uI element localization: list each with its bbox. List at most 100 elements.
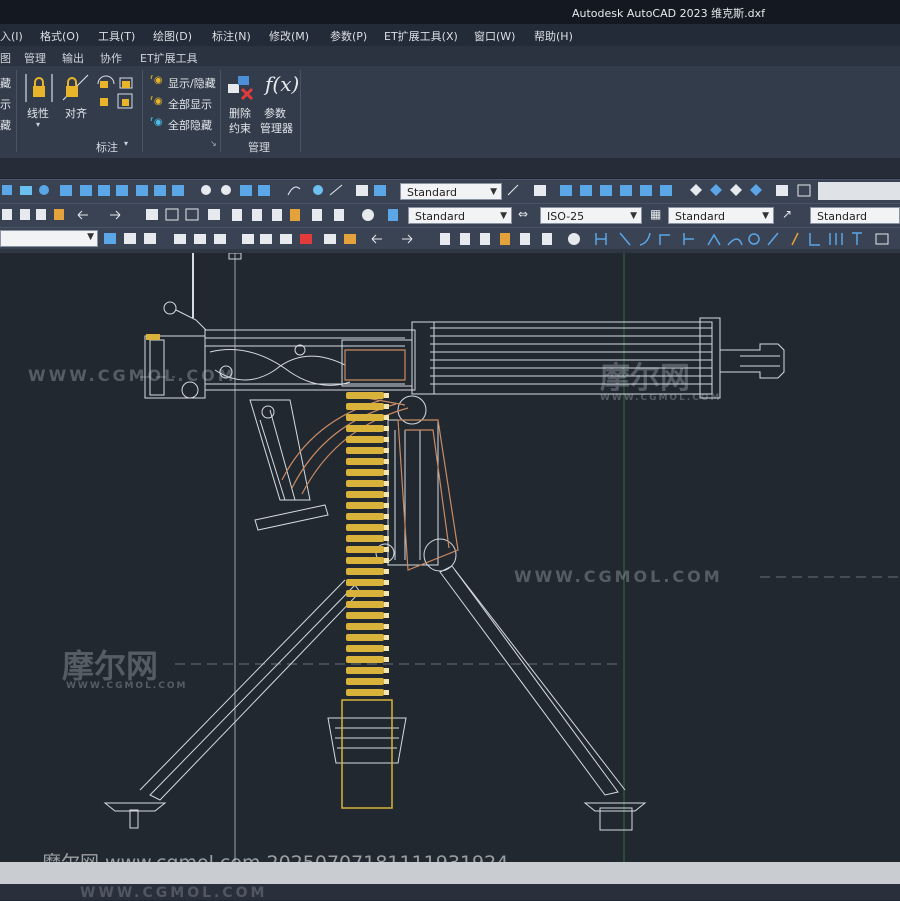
- ribbon-tab-bar: 图 管理 输出 协作 ET扩展工具: [0, 46, 900, 105]
- text-style-select-2[interactable]: Standard ▼: [408, 207, 512, 224]
- cartridge-tip: [384, 404, 389, 409]
- watermark-site-right-small: WWW.CGMOL.COM: [600, 393, 722, 403]
- menu-draw[interactable]: 绘图(D): [153, 28, 192, 44]
- ribbon-separator: [16, 70, 17, 152]
- cartridge: [346, 436, 384, 443]
- parameters-manager-label-2[interactable]: 管理器: [260, 120, 293, 136]
- hide-all-icon[interactable]: ⸢◉: [150, 117, 163, 128]
- delete-constraint-label-2[interactable]: 约束: [229, 120, 251, 136]
- cartridge: [346, 458, 384, 465]
- chevron-down-icon: ▼: [87, 232, 94, 242]
- constraint-locks-icon[interactable]: [96, 72, 138, 112]
- cartridge: [346, 590, 384, 597]
- cartridge: [346, 491, 384, 498]
- cartridge: [346, 568, 384, 575]
- tab-manage[interactable]: 管理: [24, 50, 46, 66]
- cartridge: [346, 623, 384, 630]
- table-style-value: Standard: [675, 210, 726, 223]
- hide-all-button[interactable]: 全部隐藏: [168, 117, 212, 133]
- cartridge-tip: [384, 569, 389, 574]
- tab-view[interactable]: 图: [0, 50, 11, 66]
- chevron-down-icon[interactable]: ▾: [124, 139, 128, 148]
- menu-insert[interactable]: 入(I): [0, 28, 23, 44]
- text-style-value-2: Standard: [415, 210, 466, 223]
- ribbon-separator: [142, 70, 143, 152]
- toolbar-2-icon-strip[interactable]: [0, 207, 405, 223]
- menu-bar: 入(I) 格式(O) 工具(T) 绘图(D) 标注(N) 修改(M) 参数(P)…: [0, 24, 900, 46]
- show-all-icon[interactable]: ⸢◉: [150, 96, 163, 107]
- cartridge-tip: [384, 558, 389, 563]
- command-line[interactable]: [0, 862, 900, 884]
- table-style-select[interactable]: Standard ▼: [668, 207, 774, 224]
- panel-launcher-icon[interactable]: ↘: [210, 139, 217, 148]
- text-style-select[interactable]: Standard ▼: [400, 183, 502, 200]
- cartridge-tip: [384, 690, 389, 695]
- chevron-down-icon: ▼: [630, 211, 637, 221]
- watermark-site-left: WWW.CGMOL.COM: [28, 366, 237, 385]
- dimension-style-select[interactable]: ISO-25 ▼: [540, 207, 642, 224]
- menu-parametric[interactable]: 参数(P): [330, 28, 367, 44]
- show-hide-icon[interactable]: ⸢◉: [150, 75, 163, 86]
- table-style-icon[interactable]: ▦: [650, 207, 661, 221]
- dim-style-icon[interactable]: ⇔: [518, 207, 528, 221]
- parameters-manager-label-1[interactable]: 参数: [264, 105, 286, 121]
- chevron-down-icon[interactable]: ▾: [36, 120, 40, 129]
- title-bar: Autodesk AutoCAD 2023 维克斯.dxf: [0, 0, 900, 24]
- toolbar-3-icon-strip[interactable]: [102, 231, 900, 247]
- toolbar-1-icon-strip[interactable]: [0, 183, 400, 199]
- text-style-value: Standard: [407, 186, 458, 199]
- aligned-label: 对齐: [65, 107, 87, 120]
- menu-help[interactable]: 帮助(H): [534, 28, 573, 44]
- cartridge: [346, 524, 384, 531]
- multileader-style-select[interactable]: Standard: [810, 207, 900, 224]
- ribbon-left-label-2: 示: [0, 98, 11, 111]
- parameters-manager-icon[interactable]: f(x): [265, 72, 299, 96]
- cartridge-tip: [384, 514, 389, 519]
- menu-dimension[interactable]: 标注(N): [212, 28, 251, 44]
- cartridge: [346, 601, 384, 608]
- menu-et-tools[interactable]: ET扩展工具(X): [384, 28, 458, 44]
- show-hide-button[interactable]: 显示/隐藏: [168, 75, 216, 91]
- window-title: Autodesk AutoCAD 2023 维克斯.dxf: [572, 7, 765, 20]
- cartridge: [346, 689, 384, 696]
- cartridge: [346, 667, 384, 674]
- cartridge-tip: [384, 393, 389, 398]
- menu-window[interactable]: 窗口(W): [474, 28, 515, 44]
- cartridge-tip: [384, 503, 389, 508]
- multileader-style-icon[interactable]: ↗: [782, 207, 792, 221]
- tab-collaborate[interactable]: 协作: [100, 50, 122, 66]
- cartridge-tip: [384, 426, 389, 431]
- cartridge: [346, 546, 384, 553]
- cartridge: [346, 557, 384, 564]
- cartridge: [346, 579, 384, 586]
- show-all-button[interactable]: 全部显示: [168, 96, 212, 112]
- toolbar-1-icon-strip-right[interactable]: [506, 183, 816, 199]
- toolbar-search-field[interactable]: [818, 182, 900, 200]
- drawing-canvas[interactable]: WWW.CGMOL.COM 摩尔网 WWW.CGMOL.COM WWW.CGMO…: [0, 253, 900, 874]
- dimension-style-value: ISO-25: [547, 210, 585, 223]
- cartridge-tip: [384, 437, 389, 442]
- watermark-brand-right: 摩尔网: [600, 361, 690, 396]
- machine-gun-drawing: [103, 253, 900, 863]
- menu-tools[interactable]: 工具(T): [98, 28, 135, 44]
- cartridge-tip: [384, 613, 389, 618]
- chevron-down-icon: ▼: [762, 211, 769, 221]
- menu-format[interactable]: 格式(O): [40, 28, 79, 44]
- menu-modify[interactable]: 修改(M): [269, 28, 309, 44]
- linear-lock-icon[interactable]: [24, 72, 54, 104]
- tab-output[interactable]: 输出: [62, 50, 84, 66]
- tab-et-tools[interactable]: ET扩展工具: [140, 50, 198, 66]
- watermark-site-right: WWW.CGMOL.COM: [514, 567, 723, 586]
- chevron-down-icon: ▼: [490, 187, 497, 197]
- chevron-down-icon: ▼: [500, 211, 507, 221]
- aligned-lock-icon[interactable]: [60, 72, 92, 104]
- layer-select[interactable]: ▼: [0, 230, 98, 247]
- cartridge-tip: [384, 492, 389, 497]
- delete-constraint-label-1[interactable]: 删除: [229, 105, 251, 121]
- cartridge: [346, 414, 384, 421]
- watermark-site-bottom: WWW.CGMOL.COM: [80, 885, 268, 901]
- delete-constraint-icon[interactable]: [226, 72, 256, 102]
- linear-label: 线性: [27, 107, 49, 120]
- cartridge-tip: [384, 580, 389, 585]
- cartridge-tip: [384, 459, 389, 464]
